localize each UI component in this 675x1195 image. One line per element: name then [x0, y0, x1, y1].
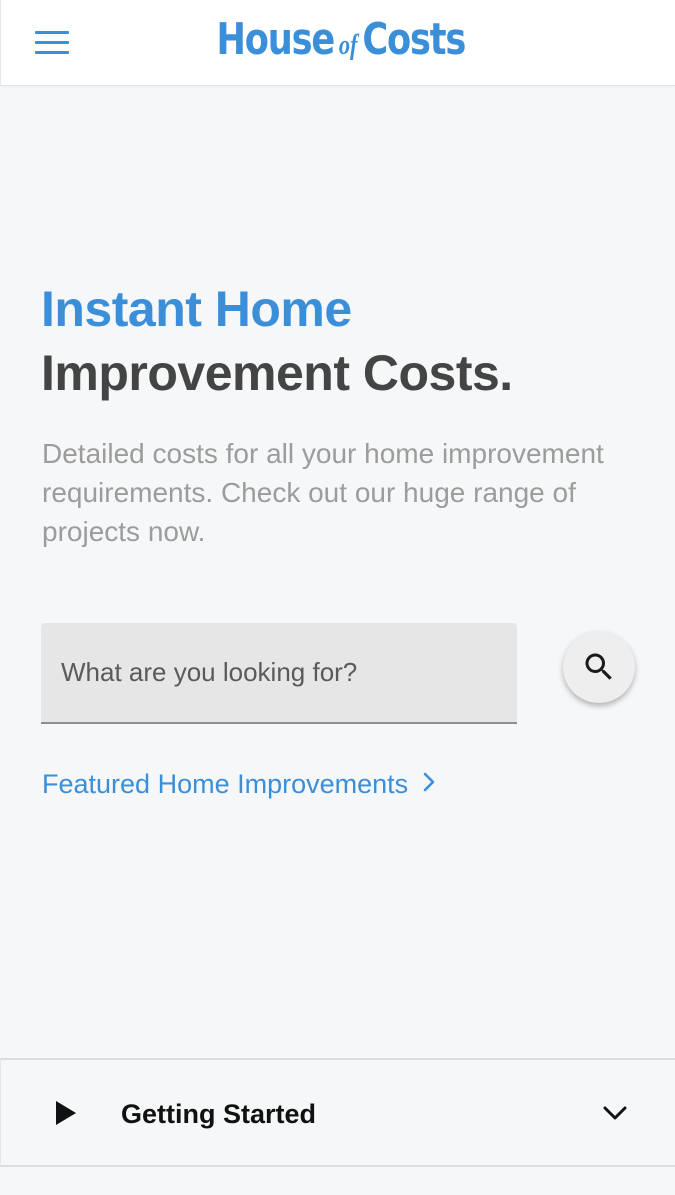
accordion-label: Getting Started: [121, 1099, 317, 1129]
getting-started-accordion[interactable]: Getting Started: [0, 1058, 675, 1167]
chevron-right-icon: [422, 766, 436, 802]
hero-description: Detailed costs for all your home improve…: [42, 438, 604, 547]
search-input[interactable]: [41, 623, 517, 722]
logo-house-text: House: [216, 14, 336, 65]
hero-title-accent: Instant Home: [41, 281, 352, 337]
play-icon: [55, 1100, 77, 1131]
hero-title: Instant Home Improvement Costs.: [41, 277, 641, 405]
search-field[interactable]: [41, 623, 517, 724]
search-icon: [585, 653, 612, 680]
featured-improvements-link[interactable]: Featured Home Improvements: [42, 766, 436, 802]
logo-costs-text: Costs: [362, 14, 466, 65]
chevron-down-icon[interactable]: [602, 1104, 628, 1127]
featured-link-label: Featured Home Improvements: [42, 769, 409, 799]
logo-of-text: of: [338, 30, 358, 61]
app-header: House of Costs: [0, 0, 675, 86]
hero-title-main: Improvement Costs.: [41, 345, 513, 401]
search-button[interactable]: [563, 631, 635, 703]
site-logo[interactable]: House of Costs: [71, 14, 610, 65]
hamburger-menu-icon[interactable]: [35, 31, 69, 55]
